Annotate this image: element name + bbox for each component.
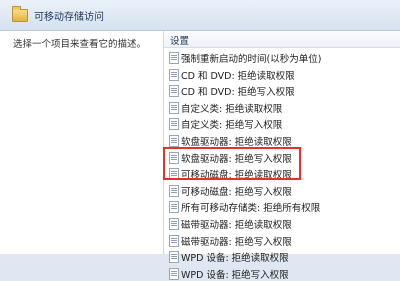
setting-label: CD 和 DVD: 拒绝写入权限 [181,87,295,99]
setting-label: CD 和 DVD: 拒绝读取权限 [181,70,295,82]
policy-setting-icon [169,217,179,230]
policy-setting-icon [169,251,179,264]
setting-row[interactable]: 自定义类: 拒绝读取权限 [164,99,400,116]
setting-label: 软盘驱动器: 拒绝读取权限 [181,136,292,148]
settings-pane: 设置 强制重新启动的时间(以秒为单位) CD 和 DVD: 拒绝读取权限 CD … [164,31,400,281]
policy-setting-icon [169,184,179,197]
settings-column-label: 设置 [170,36,190,47]
folder-title: 可移动存储访问 [34,12,104,23]
policy-setting-icon [169,201,179,214]
setting-label: 磁带驱动器: 拒绝读取权限 [181,219,292,231]
setting-row[interactable]: 强制重新启动的时间(以秒为单位) [164,49,400,66]
description-pane: 选择一个项目来查看它的描述。 [0,31,164,254]
setting-label: WPD 设备: 拒绝写入权限 [181,269,289,281]
description-text: 选择一个项目来查看它的描述。 [13,39,147,50]
setting-row[interactable]: 磁带驱动器: 拒绝写入权限 [164,232,400,249]
setting-row[interactable]: CD 和 DVD: 拒绝写入权限 [164,82,400,99]
folder-icon [12,6,28,22]
highlight-annotation-box [163,147,301,180]
setting-row[interactable]: 自定义类: 拒绝写入权限 [164,115,400,132]
policy-editor-window: 可移动存储访问 选择一个项目来查看它的描述。 设置 强制重新启动的时间(以秒为单… [0,0,400,281]
setting-row[interactable]: 所有可移动存储类: 拒绝所有权限 [164,198,400,215]
policy-setting-icon [169,234,179,247]
settings-column-header[interactable]: 设置 [164,31,400,48]
policy-setting-icon [169,101,179,114]
policy-setting-icon [169,267,179,280]
policy-setting-icon [169,52,179,64]
setting-row[interactable]: CD 和 DVD: 拒绝读取权限 [164,66,400,83]
setting-label: 强制重新启动的时间(以秒为单位) [181,54,322,65]
setting-row[interactable]: WPD 设备: 拒绝读取权限 [164,248,400,265]
setting-row[interactable]: WPD 设备: 拒绝写入权限 [164,265,400,281]
setting-row-removable-write[interactable]: 可移动磁盘: 拒绝写入权限 [164,182,400,199]
policy-setting-icon [169,68,179,81]
policy-setting-icon [169,118,179,131]
policy-setting-icon [169,85,179,98]
setting-label: 所有可移动存储类: 拒绝所有权限 [181,203,321,215]
policy-setting-icon [169,134,179,147]
setting-row[interactable]: 磁带驱动器: 拒绝读取权限 [164,215,400,232]
setting-label: 自定义类: 拒绝读取权限 [181,103,283,115]
setting-label: 自定义类: 拒绝写入权限 [181,120,283,132]
setting-label: WPD 设备: 拒绝读取权限 [181,253,289,265]
setting-label: 磁带驱动器: 拒绝写入权限 [181,236,292,248]
setting-label: 可移动磁盘: 拒绝写入权限 [181,186,292,198]
folder-header: 可移动存储访问 [0,0,400,31]
